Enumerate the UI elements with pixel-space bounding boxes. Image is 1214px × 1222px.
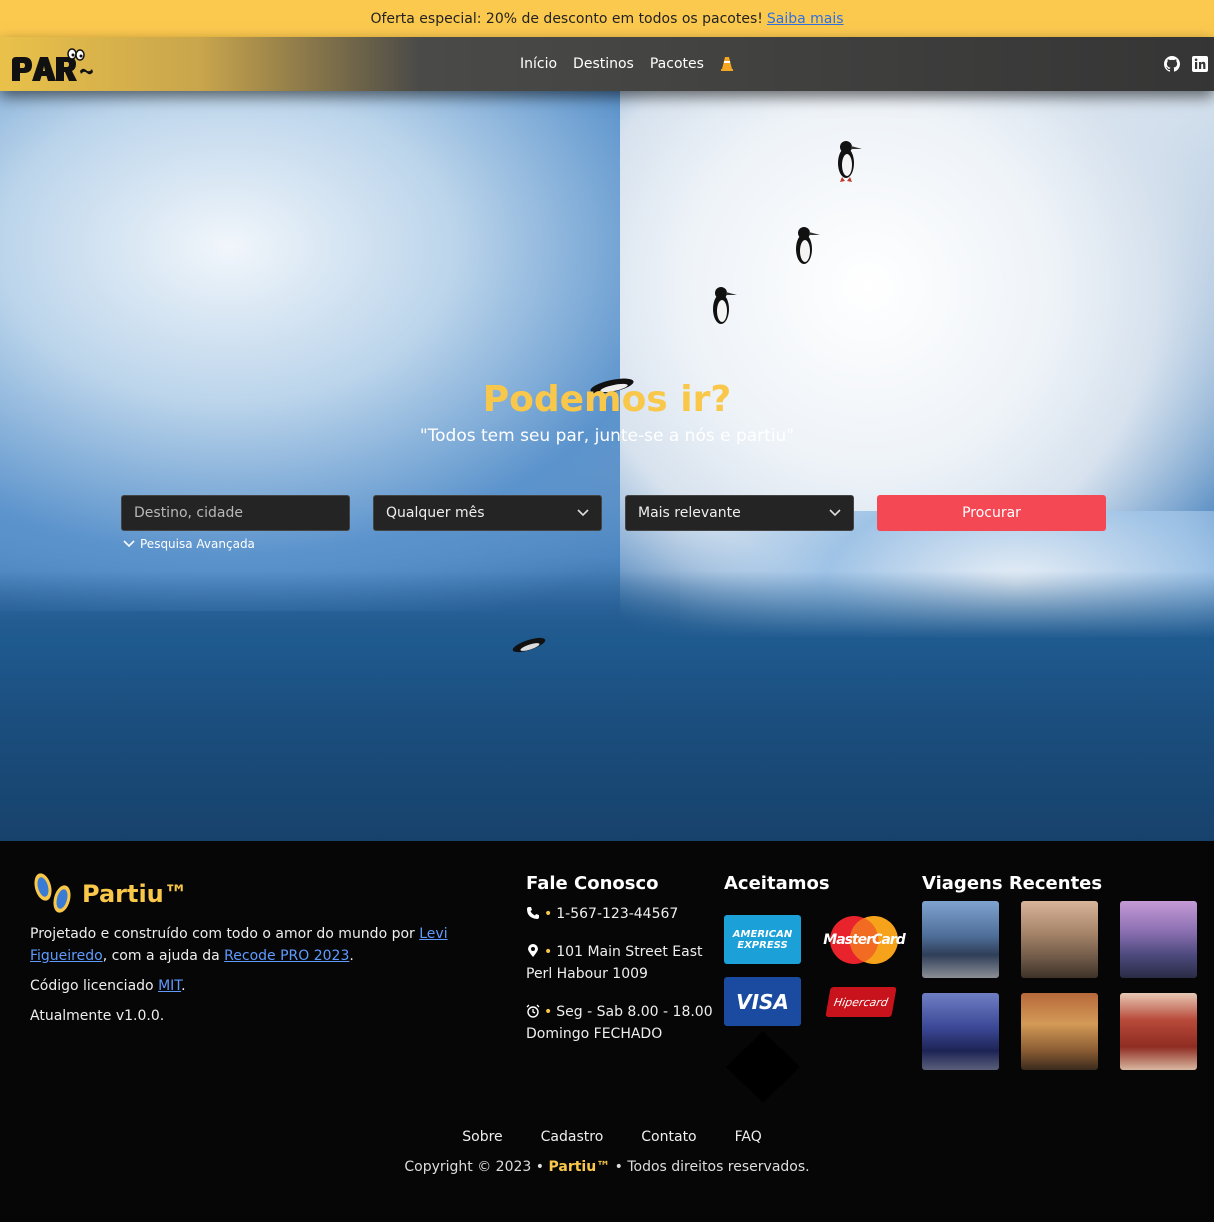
nav-item-destinos[interactable]: Destinos	[573, 56, 634, 72]
bullet: •	[544, 906, 553, 922]
footer-about: Projetado e construído com todo o amor d…	[30, 923, 450, 1035]
promo-bar: Oferta especial: 20% de desconto em todo…	[0, 0, 1214, 37]
footer-brand: Partiu™	[30, 871, 188, 917]
contact-title: Fale Conosco	[526, 873, 659, 894]
copyright-prefix: Copyright © 2023 •	[404, 1159, 545, 1175]
recent-trips-title: Viagens Recentes	[922, 873, 1103, 894]
logo[interactable]	[10, 45, 104, 85]
payment-methods: AMERICAN EXPRESS MasterCard VISA Hiperca…	[724, 915, 906, 1115]
visa-label: VISA	[736, 989, 789, 1014]
hipercard-icon: Hipercard	[825, 987, 897, 1017]
license: Código licenciado MIT.	[30, 975, 450, 997]
trip-thumbnail-penguins[interactable]	[1120, 901, 1197, 978]
penguin-icon	[512, 637, 546, 653]
advanced-search-label: Pesquisa Avançada	[140, 537, 255, 551]
footer-link-contato[interactable]: Contato	[641, 1129, 696, 1145]
header: Início Destinos Pacotes	[0, 37, 1214, 91]
trip-thumbnail-rio[interactable]	[922, 901, 999, 978]
search-bar: Qualquer mês Mais relevante Procurar	[121, 495, 1106, 531]
bullet: •	[544, 1004, 553, 1020]
phone-icon	[527, 907, 539, 919]
contact-address: • 101 Main Street East Perl Habour 1009	[526, 941, 716, 985]
version: Atualmente v1.0.0.	[30, 1008, 165, 1024]
chevron-down-icon	[829, 509, 841, 517]
search-button[interactable]: Procurar	[877, 495, 1106, 531]
trip-thumbnail-city-night[interactable]	[922, 993, 999, 1070]
penguin-icon	[838, 141, 862, 182]
hours-sunday: Domingo FECHADO	[526, 1026, 663, 1042]
promo-link[interactable]: Saiba mais	[767, 11, 844, 27]
mastercard-icon: MasterCard	[823, 909, 906, 971]
hero-title: Podemos ir?	[482, 379, 732, 420]
chevron-down-icon	[577, 509, 589, 517]
address-line-2: Perl Habour 1009	[526, 966, 648, 982]
month-select[interactable]: Qualquer mês	[373, 495, 602, 531]
contact-info: • 1-567-123-44567 • 101 Main Street East P…	[526, 903, 716, 1061]
contact-phone: • 1-567-123-44567	[526, 903, 716, 925]
recode-link[interactable]: Recode PRO 2023	[224, 948, 349, 964]
destination-input[interactable]	[121, 495, 350, 531]
bullet: •	[544, 944, 553, 960]
alarm-clock-icon	[526, 1004, 540, 1018]
pix-icon	[726, 1031, 800, 1103]
hipercard-label: Hipercard	[832, 995, 890, 1009]
social-links	[1164, 56, 1208, 72]
hero-section: Podemos ir? "Todos tem seu par, junte-se…	[0, 91, 1214, 841]
trip-thumbnail-palace[interactable]	[1120, 993, 1197, 1070]
phone-number: 1-567-123-44567	[556, 906, 679, 922]
footer: Partiu™ Projetado e construído com todo …	[0, 841, 1214, 1222]
address-line-1: 101 Main Street East	[556, 944, 703, 960]
visa-card-icon: VISA	[724, 977, 801, 1026]
copyright: Copyright © 2023 • Partiu™ • Todos direi…	[0, 1159, 1214, 1175]
amex-line-1: AMERICAN	[732, 928, 793, 940]
footer-link-cadastro[interactable]: Cadastro	[541, 1129, 604, 1145]
copyright-brand: Partiu™	[548, 1159, 611, 1175]
footer-link-faq[interactable]: FAQ	[735, 1129, 762, 1145]
footer-link-sobre[interactable]: Sobre	[462, 1129, 502, 1145]
penguin-icon	[796, 227, 820, 264]
chevron-down-icon	[123, 540, 135, 548]
license-prefix: Código licenciado	[30, 978, 154, 994]
hero-background-water	[0, 571, 1214, 841]
copyright-suffix: • Todos direitos reservados.	[614, 1159, 810, 1175]
credits-mid: , com a ajuda da	[102, 948, 220, 964]
location-pin-icon	[528, 944, 538, 957]
license-end: .	[181, 978, 186, 994]
mastercard-label: MasterCard	[823, 932, 905, 948]
credits: Projetado e construído com todo o amor d…	[30, 923, 450, 967]
linkedin-icon[interactable]	[1192, 56, 1208, 72]
trip-thumbnail-cathedral[interactable]	[1021, 993, 1098, 1070]
amex-card-icon: AMERICAN EXPRESS	[724, 915, 801, 964]
flip-flops-icon	[34, 873, 71, 913]
credits-prefix: Projetado e construído com todo o amor d…	[30, 926, 415, 942]
credits-end: .	[349, 948, 354, 964]
hero-subtitle: "Todos tem seu par, junte-se a nós e par…	[419, 426, 795, 446]
footer-brand-name: Partiu™	[82, 880, 188, 908]
footer-links: Sobre Cadastro Contato FAQ	[0, 1129, 1214, 1145]
amex-line-2: EXPRESS	[737, 939, 788, 951]
advanced-search-toggle[interactable]: Pesquisa Avançada	[123, 537, 255, 551]
nav-item-pacotes[interactable]: Pacotes	[650, 56, 704, 72]
month-select-value: Qualquer mês	[386, 505, 485, 521]
payments-title: Aceitamos	[724, 873, 830, 894]
trip-thumbnail-temple[interactable]	[1021, 901, 1098, 978]
nav-item-inicio[interactable]: Início	[520, 56, 557, 72]
main-nav: Início Destinos Pacotes	[520, 37, 734, 91]
recent-trips-gallery	[922, 901, 1197, 1070]
promo-text: Oferta especial: 20% de desconto em todo…	[370, 10, 763, 27]
license-link[interactable]: MIT	[158, 978, 181, 994]
contact-hours: • Seg - Sab 8.00 - 18.00 Domingo FECHADO	[526, 1001, 716, 1045]
penguin-icon	[713, 287, 737, 324]
github-icon[interactable]	[1164, 56, 1180, 72]
sort-select[interactable]: Mais relevante	[625, 495, 854, 531]
traffic-cone-icon[interactable]	[720, 56, 734, 72]
sort-select-value: Mais relevante	[638, 505, 741, 521]
hours-weekdays: Seg - Sab 8.00 - 18.00	[556, 1004, 713, 1020]
